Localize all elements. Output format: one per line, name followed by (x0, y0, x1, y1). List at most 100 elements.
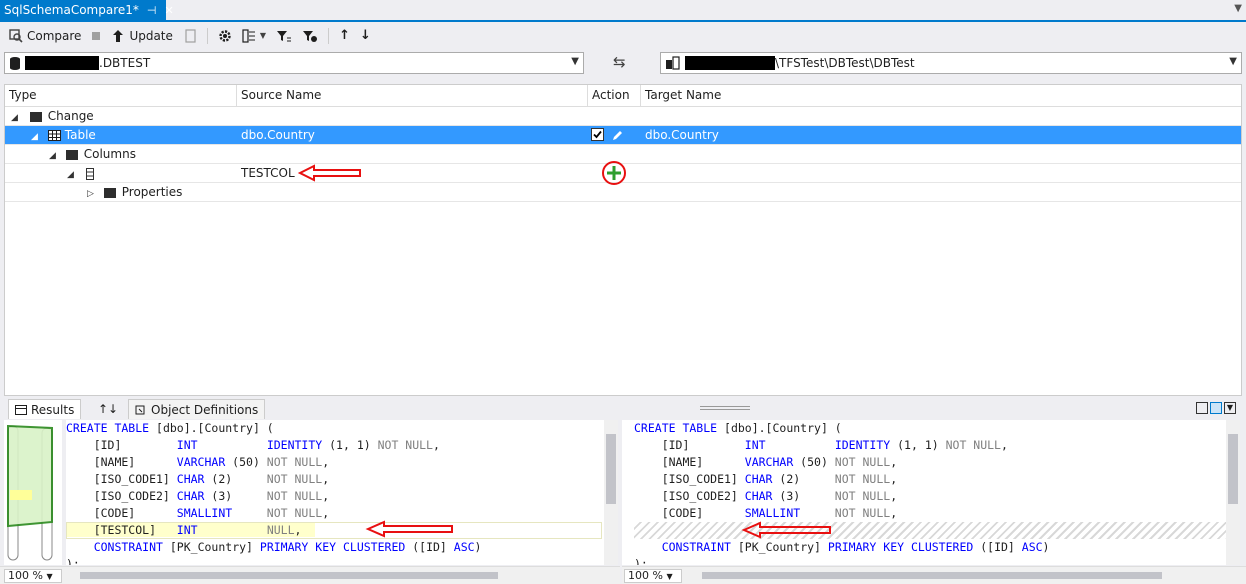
layout-buttons: ▼ (1196, 402, 1236, 414)
close-icon[interactable]: ✕ (164, 4, 173, 17)
target-definition-pane[interactable]: CREATE TABLE [dbo].[Country] ( [ID] INT … (634, 420, 1226, 565)
source-selector[interactable]: .DBTEST ▼ (4, 52, 584, 74)
tab-object-definitions[interactable]: Object Definitions (128, 399, 266, 419)
diff-overview-margin[interactable] (4, 420, 62, 565)
toolbar-separator (206, 28, 208, 44)
edit-icon (612, 131, 622, 140)
tab-results[interactable]: Results (8, 399, 82, 419)
previous-change-button[interactable]: ↑ (336, 26, 353, 46)
compare-button[interactable]: Compare (6, 26, 84, 46)
chevron-down-icon[interactable]: ▼ (571, 56, 579, 67)
code-line: CREATE TABLE [dbo].[Country] ( (634, 421, 842, 435)
chevron-down-icon[interactable]: ▼ (1229, 56, 1237, 67)
target-name: \TFSTest\DBTest\DBTest (775, 56, 915, 70)
stop-button[interactable] (88, 26, 104, 46)
chevron-down-icon[interactable]: ▼ (260, 29, 266, 43)
code-line: [ISO_CODE2] CHAR (3) NOT NULL, (634, 489, 898, 503)
compare-icon (9, 29, 23, 43)
group-icon (242, 29, 255, 43)
clear-filter-button[interactable] (299, 26, 321, 46)
right-margin (622, 420, 634, 565)
update-icon (113, 30, 124, 42)
added-line-frame (66, 522, 602, 539)
header-type[interactable]: Type (5, 85, 237, 107)
right-status-bar: 100 % ▼ (622, 566, 1246, 584)
expand-triangle-icon[interactable]: ◢ (31, 132, 38, 142)
tree-row-change[interactable]: ◢ Change (5, 107, 1241, 126)
zoom-selector-right[interactable]: 100 % ▼ (624, 569, 682, 583)
code-line: [CODE] SMALLINT NOT NULL, (66, 506, 330, 520)
row-type: Table (64, 128, 96, 142)
header-source-name[interactable]: Source Name (237, 85, 588, 107)
splitter-grip[interactable] (700, 406, 750, 410)
chevron-down-icon[interactable]: ▼ (46, 572, 52, 581)
database-icon (10, 57, 20, 70)
filter-button[interactable] (273, 26, 295, 46)
update-button[interactable]: Update (108, 26, 175, 46)
folder-icon (29, 111, 42, 122)
options-button[interactable] (215, 26, 235, 46)
tab-results-label: Results (31, 402, 75, 417)
tree-row-table[interactable]: ◢ Table dbo.Country dbo.Country (5, 126, 1241, 145)
row-label: Change (47, 109, 94, 123)
tab-dropdown-icon[interactable]: ▼ (1234, 3, 1242, 14)
gear-icon (219, 30, 231, 42)
include-checkbox[interactable] (591, 128, 605, 142)
left-horizontal-scroll-thumb[interactable] (80, 572, 498, 579)
diff-overview-icon (7, 424, 53, 561)
table-icon (47, 130, 61, 141)
redacted-server-name (25, 56, 99, 70)
chevron-down-icon[interactable]: ▼ (666, 572, 672, 581)
tab-sort[interactable]: ↑↓ (92, 399, 124, 419)
expand-triangle-icon[interactable]: ◢ (67, 170, 74, 180)
row-label: Columns (83, 147, 136, 161)
add-action-icon[interactable] (601, 160, 627, 186)
source-definition-pane[interactable]: CREATE TABLE [dbo].[Country] ( [ID] INT … (66, 420, 604, 565)
expand-triangle-icon[interactable]: ◢ (49, 151, 56, 161)
toolbar-separator (328, 28, 330, 44)
pin-icon[interactable]: ⊣ (147, 4, 157, 17)
annotation-arrow-icon (297, 164, 361, 182)
code-line: [ISO_CODE1] CHAR (2) NOT NULL, (66, 472, 330, 486)
update-label: Update (129, 29, 173, 43)
annotation-arrow-icon (741, 521, 831, 539)
split-horizontal-icon[interactable] (1210, 402, 1222, 414)
filter-icon (277, 31, 292, 42)
right-vertical-scrollbar[interactable] (1226, 420, 1240, 565)
annotation-arrow-icon (365, 520, 453, 538)
generate-script-button[interactable] (180, 26, 200, 46)
zoom-value: 100 % (628, 569, 663, 582)
comparison-grid: Type Source Name Action Target Name ◢ Ch… (4, 84, 1242, 396)
split-vertical-icon[interactable] (1196, 402, 1208, 414)
code-line: [CODE] SMALLINT NOT NULL, (634, 506, 898, 520)
target-selector[interactable]: \TFSTest\DBTest\DBTest ▼ (660, 52, 1242, 74)
next-change-button[interactable]: ↓ (357, 26, 374, 46)
sort-icon: ↑↓ (98, 402, 119, 416)
code-line: CREATE TABLE [dbo].[Country] ( (66, 421, 274, 435)
expand-triangle-icon[interactable]: ◢ (11, 113, 18, 123)
group-results-button[interactable]: ▼ (239, 26, 269, 46)
code-line: [ISO_CODE1] CHAR (2) NOT NULL, (634, 472, 898, 486)
collapsed-triangle-icon[interactable]: ▷ (87, 189, 94, 199)
left-vertical-scrollbar[interactable] (604, 420, 618, 565)
swap-icon[interactable]: ⇆ (613, 53, 626, 71)
tab-object-definitions-label: Object Definitions (151, 402, 259, 417)
document-tab[interactable]: SqlSchemaCompare1* ⊣ ✕ (0, 0, 174, 20)
results-icon (15, 404, 27, 415)
code-line: CONSTRAINT [PK_Country] PRIMARY KEY CLUS… (661, 540, 1050, 554)
scrollbar-thumb[interactable] (606, 434, 616, 504)
code-line: ); (634, 557, 648, 565)
collapse-panel-icon[interactable]: ▼ (1224, 402, 1236, 414)
code-line: [ISO_CODE2] CHAR (3) NOT NULL, (66, 489, 330, 503)
right-horizontal-scroll-thumb[interactable] (702, 572, 1162, 579)
row-target-name: dbo.Country (645, 128, 719, 142)
code-line: ); (66, 557, 80, 565)
header-target-name[interactable]: Target Name (641, 85, 1241, 107)
scrollbar-thumb[interactable] (1228, 434, 1238, 504)
document-tab-strip: SqlSchemaCompare1* ⊣ ✕ ▼ (0, 0, 1246, 22)
code-line: [NAME] VARCHAR (50) NOT NULL, (66, 455, 330, 469)
code-line: [ID] INT IDENTITY (1, 1) NOT NULL, (634, 438, 1008, 452)
redacted-project-path (685, 56, 775, 70)
header-action[interactable]: Action (588, 85, 641, 107)
zoom-selector-left[interactable]: 100 % ▼ (4, 569, 62, 583)
